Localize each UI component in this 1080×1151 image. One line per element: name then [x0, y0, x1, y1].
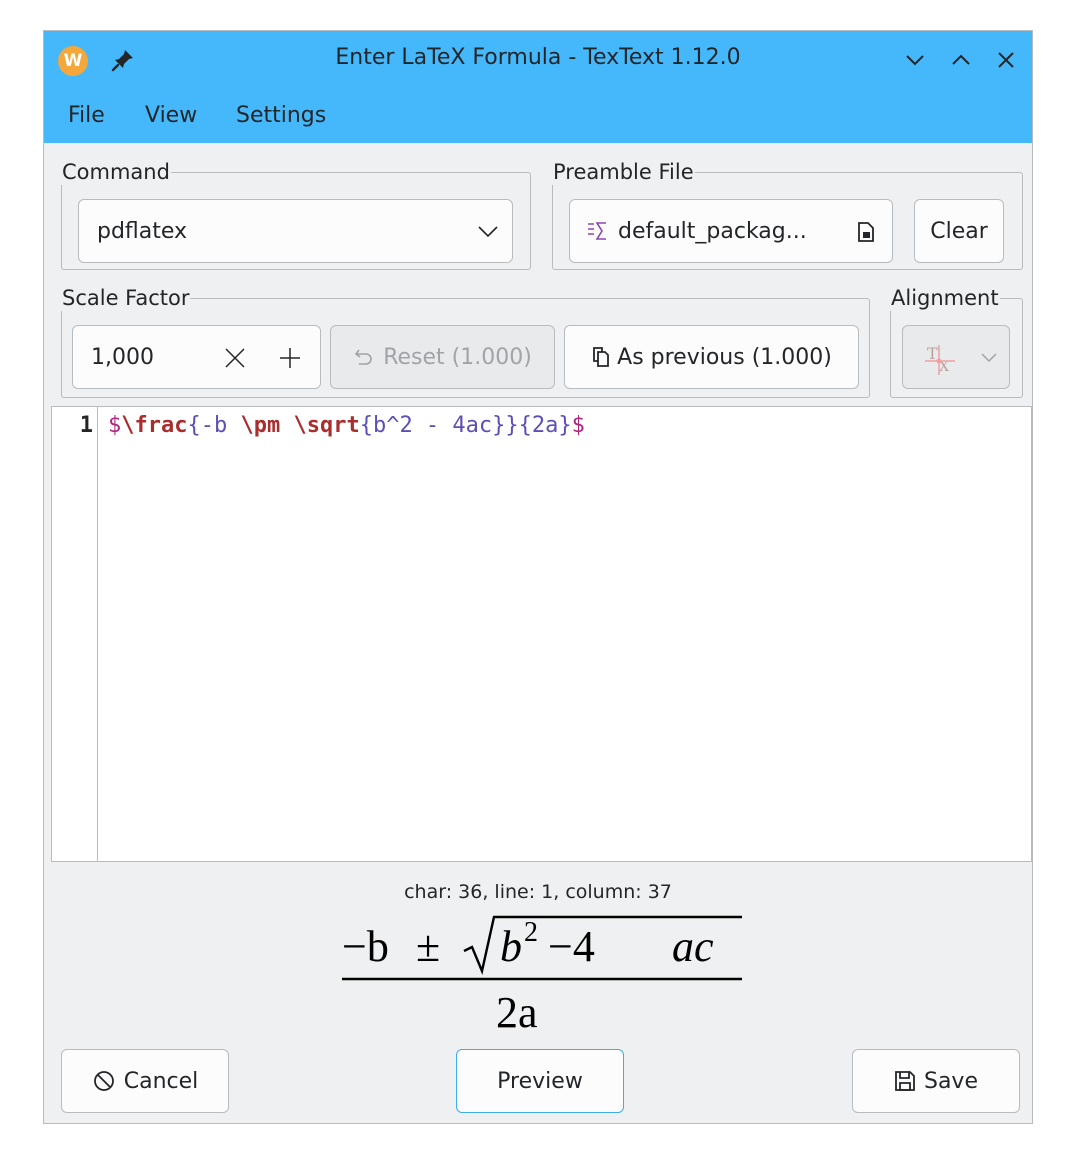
textext-window: W Enter LaTeX Formula - TexText 1.12.0 F… — [43, 30, 1033, 1124]
window-title: Enter LaTeX Formula - TexText 1.12.0 — [335, 45, 741, 70]
copy-icon — [593, 347, 610, 367]
latex-code-editor[interactable]: 1 $\frac{-b \pm \sqrt{b^2 - 4ac}}{2a}$ — [51, 406, 1032, 862]
preamble-file-name: default_packag... — [618, 218, 807, 244]
command-label: Command — [61, 159, 171, 185]
command-value: pdflatex — [97, 218, 188, 244]
sigma-file-icon — [588, 222, 606, 240]
undo-icon — [355, 349, 372, 365]
clear-x-icon[interactable] — [223, 346, 247, 370]
menu-file[interactable]: File — [68, 103, 105, 128]
chevron-down-icon — [478, 226, 498, 238]
formula-term: −4 — [548, 922, 595, 971]
cancel-label: Cancel — [123, 1068, 199, 1094]
clear-button[interactable]: Clear — [914, 199, 1004, 263]
command-select[interactable]: pdflatex — [78, 199, 513, 263]
as-previous-label: As previous (1.000) — [617, 344, 832, 370]
latex-command: \pm — [240, 413, 281, 438]
title-bar[interactable]: W Enter LaTeX Formula - TexText 1.12.0 — [44, 31, 1032, 89]
menu-bar: File View Settings — [44, 89, 1032, 143]
save-button[interactable]: Save — [852, 1049, 1020, 1113]
save-label: Save — [923, 1068, 978, 1094]
open-file-icon — [858, 222, 874, 242]
preamble-label: Preamble File — [552, 159, 695, 185]
preamble-file-button[interactable]: default_packag... — [569, 199, 893, 263]
latex-argument: {b^2 - 4ac}}{2a} — [359, 413, 572, 438]
clear-label: Clear — [930, 218, 988, 244]
line-number-gutter: 1 — [52, 407, 98, 861]
cursor-status: char: 36, line: 1, column: 37 — [404, 881, 672, 903]
formula-term: ac — [672, 922, 714, 971]
scale-factor-value: 1,000 — [91, 344, 154, 370]
latex-text — [280, 413, 293, 438]
chevron-down-icon — [981, 353, 997, 363]
preview-label: Preview — [497, 1068, 583, 1094]
formula-operator: ± — [416, 922, 440, 971]
code-line[interactable]: $\frac{-b \pm \sqrt{b^2 - 4ac}}{2a}$ — [108, 413, 585, 438]
menu-settings[interactable]: Settings — [236, 103, 326, 128]
maximize-icon[interactable] — [946, 45, 976, 75]
latex-command: \sqrt — [293, 413, 360, 438]
scale-factor-label: Scale Factor — [61, 285, 191, 311]
line-number: 1 — [79, 413, 93, 438]
save-icon — [895, 1071, 915, 1091]
cancel-icon — [93, 1071, 114, 1091]
alignment-label: Alignment — [890, 285, 1000, 311]
alignment-icon: T X — [925, 344, 955, 375]
formula-term: b — [500, 922, 522, 971]
latex-argument: {-b — [187, 413, 241, 438]
svg-text:T: T — [927, 344, 938, 363]
minimize-icon[interactable] — [900, 45, 930, 75]
app-icon: W — [58, 46, 88, 76]
formula-term: −b — [342, 922, 389, 971]
close-icon[interactable] — [991, 45, 1021, 75]
menu-view[interactable]: View — [145, 103, 197, 128]
formula-exponent: 2 — [524, 917, 538, 948]
latex-command: \frac — [121, 413, 188, 438]
alignment-select[interactable]: T X — [902, 325, 1010, 389]
formula-denominator: 2a — [496, 988, 538, 1037]
cancel-button[interactable]: Cancel — [61, 1049, 229, 1113]
pin-icon[interactable] — [108, 45, 138, 75]
reset-label: Reset (1.000) — [383, 344, 532, 370]
math-delimiter: $ — [108, 413, 122, 438]
reset-button[interactable]: Reset (1.000) — [330, 325, 555, 389]
as-previous-button[interactable]: As previous (1.000) — [564, 325, 859, 389]
preview-button[interactable]: Preview — [456, 1049, 624, 1113]
math-delimiter: $ — [571, 413, 585, 438]
plus-icon[interactable] — [278, 346, 302, 370]
formula-preview: −b ± b 2 −4 ac 2a — [342, 915, 742, 1037]
scale-factor-input[interactable]: 1,000 — [72, 325, 321, 389]
